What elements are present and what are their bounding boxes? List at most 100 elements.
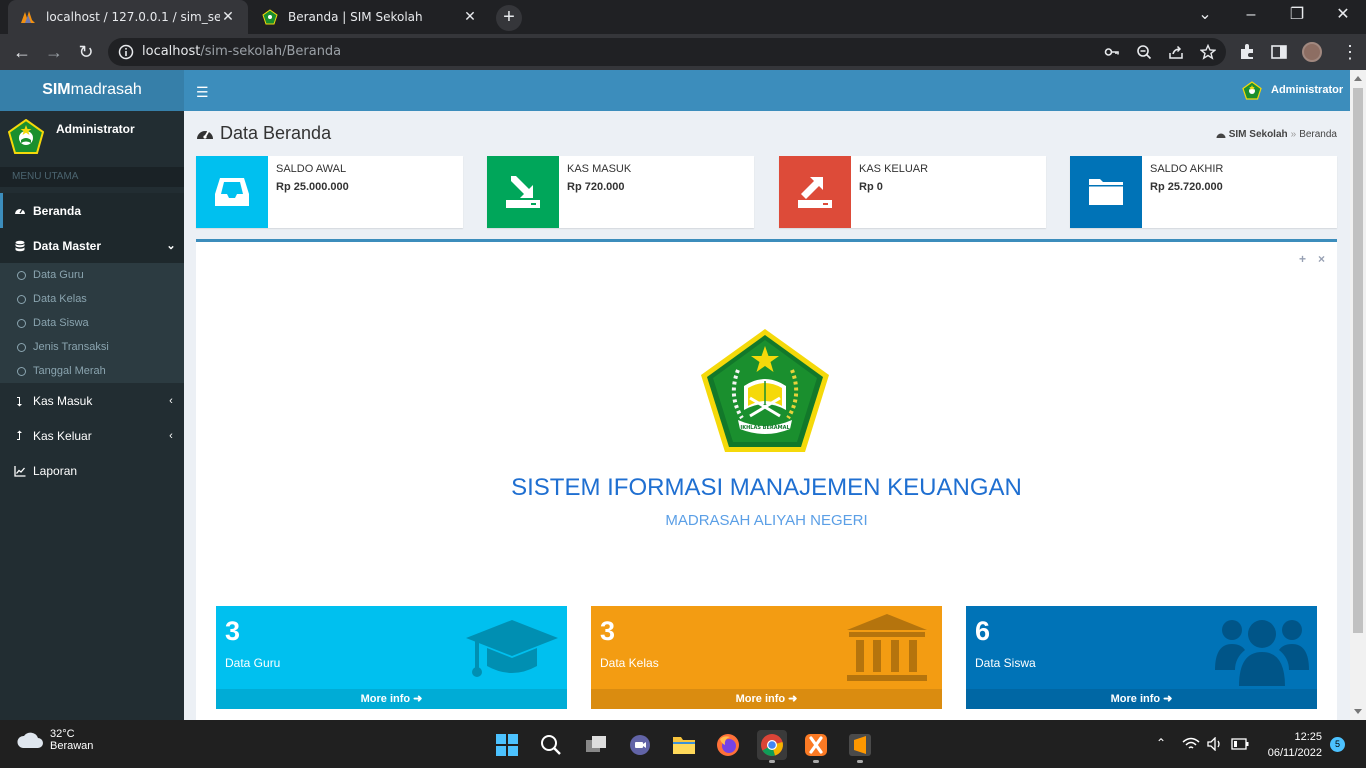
- xampp-icon[interactable]: [801, 730, 831, 763]
- user-name: Administrator: [56, 122, 135, 136]
- tab-beranda[interactable]: Beranda | SIM Sekolah ✕: [250, 0, 490, 34]
- kemenag-favicon-icon: [262, 9, 278, 25]
- profile-avatar[interactable]: [1302, 42, 1322, 62]
- cloud-icon: [17, 732, 43, 748]
- chevron-up-icon[interactable]: ⌃: [1156, 736, 1166, 750]
- task-view-icon[interactable]: [581, 730, 611, 760]
- firefox-icon[interactable]: [713, 730, 743, 760]
- omnibox[interactable]: localhost/sim-sekolah/Beranda: [108, 38, 1226, 66]
- sidebar-toggle-icon[interactable]: ☰: [196, 84, 209, 101]
- app-logo[interactable]: SIMmadrasah: [0, 70, 184, 111]
- circle-icon: [17, 270, 26, 280]
- minimize-button[interactable]: –: [1228, 0, 1274, 34]
- sublime-text-icon[interactable]: [845, 730, 875, 763]
- reload-icon[interactable]: ↻: [76, 42, 96, 62]
- sidebar-subitem-data-siswa[interactable]: Data Siswa: [0, 311, 184, 335]
- restore-button[interactable]: ❐: [1274, 0, 1320, 34]
- extensions-icon[interactable]: [1238, 43, 1256, 61]
- arrow-up-icon: [17, 430, 22, 440]
- upload-icon: [779, 156, 851, 228]
- user-menu-label[interactable]: Administrator: [1271, 84, 1343, 96]
- zoom-out-icon[interactable]: [1136, 44, 1152, 60]
- close-icon[interactable]: ✕: [220, 9, 236, 25]
- sidebar-subitem-tanggal-merah[interactable]: Tanggal Merah: [0, 359, 184, 383]
- clock-time: 12:25: [1294, 731, 1322, 743]
- circle-icon: [17, 342, 26, 352]
- main-content: Data Beranda SIM Sekolah » Beranda SALDO…: [184, 111, 1350, 720]
- info-box-kas-keluar: KAS KELUAR Rp 0: [779, 156, 1046, 228]
- new-tab-button[interactable]: +: [496, 5, 522, 31]
- small-box-data-siswa: 6 Data Siswa More info ➜: [966, 606, 1317, 709]
- sidebar-item-data-master[interactable]: Data Master ⌄: [0, 228, 184, 263]
- submenu-data-master: Data Guru Data Kelas Data Siswa Jenis Tr…: [0, 263, 184, 383]
- site-info-icon[interactable]: [118, 44, 134, 60]
- key-icon[interactable]: [1104, 44, 1120, 60]
- remove-button[interactable]: ×: [1318, 252, 1325, 266]
- small-box-data-guru: 3 Data Guru More info ➜: [216, 606, 567, 709]
- institution-icon: [847, 614, 927, 681]
- expand-button[interactable]: +: [1299, 252, 1306, 266]
- count: 3: [225, 616, 241, 646]
- bookmark-star-icon[interactable]: [1200, 44, 1216, 60]
- system-clock[interactable]: 12:25 06/11/2022: [1268, 729, 1322, 761]
- dashboard-icon: [1216, 133, 1226, 138]
- breadcrumb-separator: »: [1290, 129, 1297, 140]
- sidebar-subitem-data-guru[interactable]: Data Guru: [0, 263, 184, 287]
- notification-badge[interactable]: 5: [1330, 737, 1345, 752]
- chat-icon[interactable]: [625, 730, 655, 760]
- tab-phpmyadmin[interactable]: localhost / 127.0.0.1 / sim_sekolah ✕: [8, 0, 248, 34]
- kemenag-emblem-logo: IKHLAS BERAMAL: [701, 329, 829, 452]
- label: Data Siswa: [975, 656, 1036, 670]
- chevron-left-icon: ‹: [169, 394, 173, 407]
- breadcrumb-home[interactable]: SIM Sekolah: [1229, 129, 1288, 140]
- close-window-button[interactable]: ✕: [1320, 0, 1366, 34]
- label: Data Kelas: [600, 656, 659, 670]
- scroll-down-icon[interactable]: [1354, 709, 1362, 714]
- arrow-down-icon: [17, 396, 22, 406]
- dashboard-icon: [15, 208, 25, 214]
- sidebar-item-laporan[interactable]: Laporan: [0, 453, 184, 488]
- tab-search-icon[interactable]: ⌄: [1182, 0, 1228, 34]
- search-icon[interactable]: [536, 730, 566, 760]
- wifi-icon[interactable]: [1182, 737, 1200, 751]
- battery-icon[interactable]: [1231, 738, 1249, 750]
- back-icon[interactable]: ←: [12, 42, 32, 62]
- windows-start-icon[interactable]: [492, 730, 522, 760]
- box-tools: + ×: [1287, 252, 1325, 266]
- temperature: 32°C: [50, 728, 75, 740]
- scroll-up-icon[interactable]: [1354, 76, 1362, 81]
- browser-tab-bar: localhost / 127.0.0.1 / sim_sekolah ✕ Be…: [0, 0, 1366, 34]
- more-info-link[interactable]: More info ➜: [966, 689, 1317, 709]
- scrollbar-thumb[interactable]: [1353, 88, 1363, 633]
- page-title: Data Beranda: [196, 123, 331, 144]
- url-text[interactable]: localhost/sim-sekolah/Beranda: [142, 44, 341, 59]
- sidebar-item-beranda[interactable]: Beranda: [0, 193, 184, 228]
- database-icon: [15, 240, 25, 251]
- share-icon[interactable]: [1168, 44, 1184, 60]
- running-indicator: [813, 760, 819, 763]
- welcome-box: + × IKHLAS BERAMAL SISTEM IFORMASI MANAJ…: [196, 239, 1337, 720]
- close-icon[interactable]: ✕: [462, 9, 478, 25]
- weather-widget[interactable]: 32°C Berawan: [16, 728, 93, 752]
- side-panel-icon[interactable]: [1270, 43, 1288, 61]
- folder-icon: [1070, 156, 1142, 228]
- chrome-icon[interactable]: [757, 730, 787, 763]
- page-scrollbar[interactable]: [1350, 70, 1366, 720]
- sidebar-item-kas-keluar[interactable]: Kas Keluar ‹: [0, 418, 184, 453]
- user-avatar[interactable]: [1242, 81, 1262, 101]
- clock-date: 06/11/2022: [1267, 747, 1322, 759]
- sidebar-subitem-data-kelas[interactable]: Data Kelas: [0, 287, 184, 311]
- users-icon: [1215, 620, 1309, 686]
- volume-icon[interactable]: [1207, 737, 1223, 751]
- forward-icon[interactable]: →: [44, 42, 64, 62]
- file-explorer-icon[interactable]: [669, 730, 699, 760]
- breadcrumb-current: Beranda: [1299, 129, 1337, 140]
- info-box-kas-masuk: KAS MASUK Rp 720.000: [487, 156, 754, 228]
- sidebar-item-kas-masuk[interactable]: Kas Masuk ‹: [0, 383, 184, 418]
- more-info-link[interactable]: More info ➜: [591, 689, 942, 709]
- sidebar-subitem-jenis-transaksi[interactable]: Jenis Transaksi: [0, 335, 184, 359]
- chrome-menu-icon[interactable]: ⋮: [1340, 42, 1360, 62]
- more-info-link[interactable]: More info ➜: [216, 689, 567, 709]
- chevron-left-icon: ‹: [169, 429, 173, 442]
- menu-header: MENU UTAMA: [0, 167, 184, 187]
